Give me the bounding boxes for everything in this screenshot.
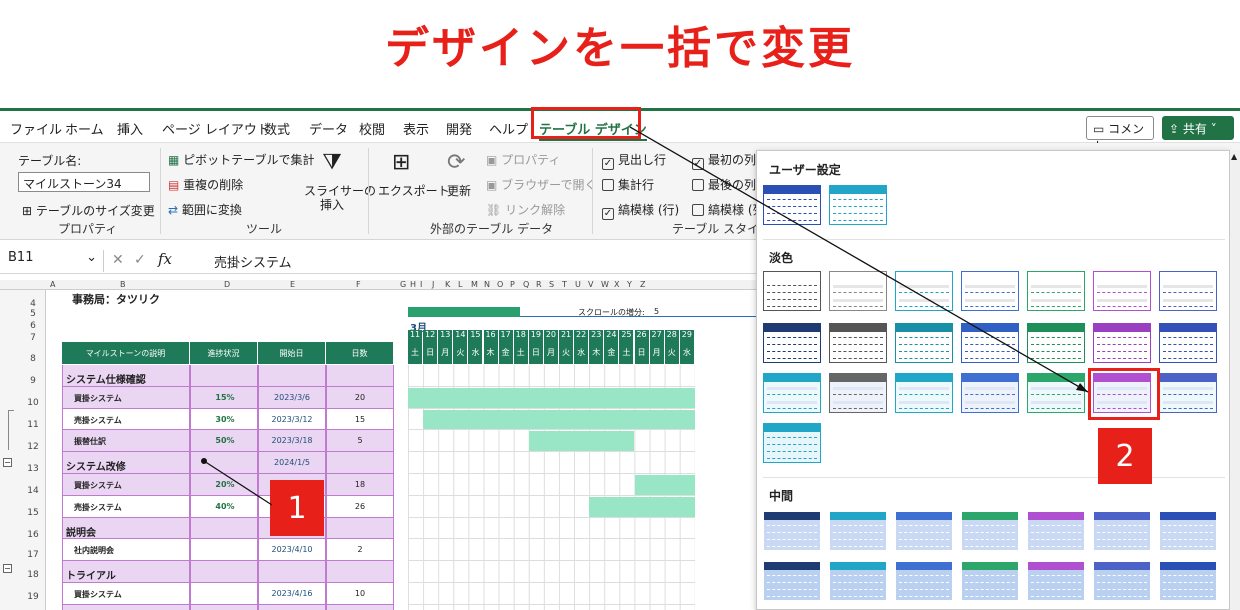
arrowhead-icon: [1076, 383, 1088, 392]
annotation-arrows: [201, 126, 1089, 506]
pointer-dot: [201, 458, 207, 464]
pointer-line: [203, 460, 273, 506]
arrow-line: [629, 126, 1089, 393]
